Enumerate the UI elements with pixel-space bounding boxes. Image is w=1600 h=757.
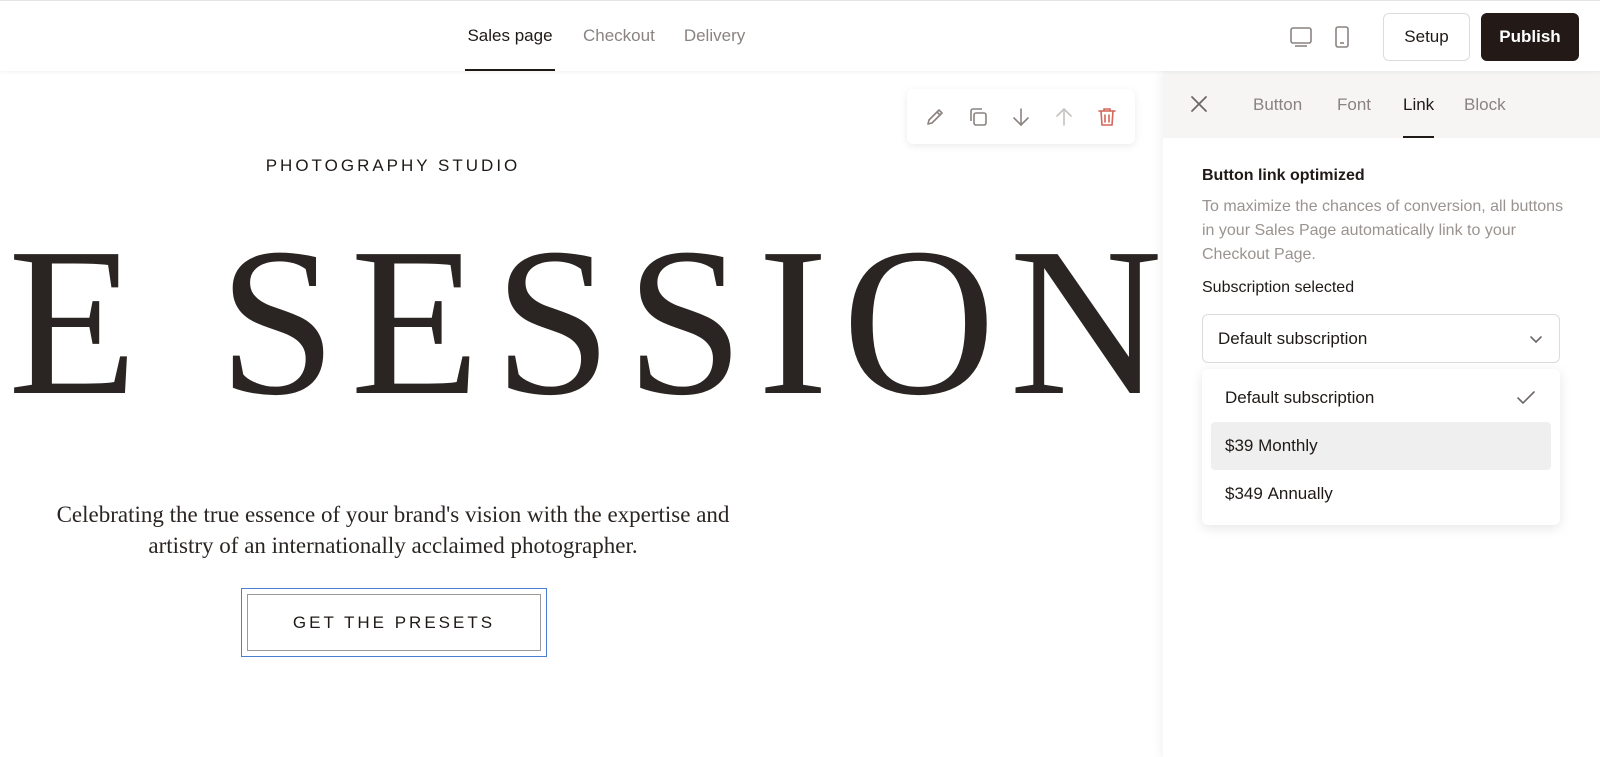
option-label: Annually	[1267, 484, 1333, 503]
publish-button[interactable]: Publish	[1481, 13, 1579, 61]
option-price: $39	[1225, 436, 1254, 455]
subtitle-line-1: Celebrating the true essence of your bra…	[56, 502, 730, 527]
page-tabs: Sales page Checkout Delivery	[465, 1, 745, 71]
select-value: Default subscription	[1218, 328, 1368, 348]
option-annually[interactable]: $349 Annually	[1211, 470, 1551, 518]
duplicate-icon[interactable]	[965, 104, 991, 130]
panel-tab-font[interactable]: Font	[1337, 71, 1371, 138]
hero-title: E SESSION	[8, 204, 1163, 439]
block-toolbar	[907, 89, 1135, 144]
option-label: Monthly	[1258, 436, 1318, 455]
setup-button[interactable]: Setup	[1383, 13, 1470, 61]
cta-selection-outline: GET THE PRESETS	[241, 588, 547, 657]
settings-panel: Button Font Link Block Button link optim…	[1163, 71, 1600, 757]
panel-tab-button[interactable]: Button	[1253, 71, 1302, 138]
subscription-dropdown: Default subscription $39 Monthly $349 An…	[1202, 369, 1560, 525]
option-monthly[interactable]: $39 Monthly	[1211, 422, 1551, 470]
top-bar: Sales page Checkout Delivery Setup Publi…	[0, 0, 1600, 71]
link-description: To maximize the chances of conversion, a…	[1202, 198, 1564, 263]
move-up-icon[interactable]	[1051, 104, 1077, 130]
option-default-subscription[interactable]: Default subscription	[1211, 374, 1551, 422]
panel-tabs: Button Font Link Block	[1163, 71, 1600, 138]
subtitle-line-2: artistry of an internationally acclaimed…	[148, 533, 638, 558]
tab-sales-page[interactable]: Sales page	[465, 1, 555, 71]
chevron-down-icon	[1525, 328, 1547, 355]
subscription-select[interactable]: Default subscription	[1202, 314, 1560, 363]
option-label: Default subscription	[1225, 388, 1375, 407]
link-heading: Button link optimized	[1202, 167, 1365, 184]
tab-checkout[interactable]: Checkout	[583, 1, 655, 71]
get-presets-button[interactable]: GET THE PRESETS	[247, 594, 541, 651]
checkmark-icon	[1515, 387, 1537, 414]
delete-trash-icon[interactable]	[1094, 104, 1120, 130]
tab-delivery[interactable]: Delivery	[684, 1, 745, 71]
panel-tab-link[interactable]: Link	[1403, 71, 1435, 138]
subscription-label: Subscription selected	[1202, 279, 1355, 296]
move-down-icon[interactable]	[1008, 104, 1034, 130]
desktop-preview-icon[interactable]	[1289, 25, 1313, 49]
hero-subtitle: Celebrating the true essence of your bra…	[0, 499, 786, 561]
close-icon[interactable]	[1186, 91, 1212, 117]
option-price: $349	[1225, 484, 1263, 503]
mobile-preview-icon[interactable]	[1330, 25, 1354, 49]
editor-canvas: PHOTOGRAPHY STUDIO E SESSION Celebrating…	[0, 71, 1163, 757]
edit-pencil-icon[interactable]	[922, 104, 948, 130]
studio-eyebrow-text: PHOTOGRAPHY STUDIO	[265, 156, 521, 175]
panel-tab-block[interactable]: Block	[1464, 71, 1506, 138]
